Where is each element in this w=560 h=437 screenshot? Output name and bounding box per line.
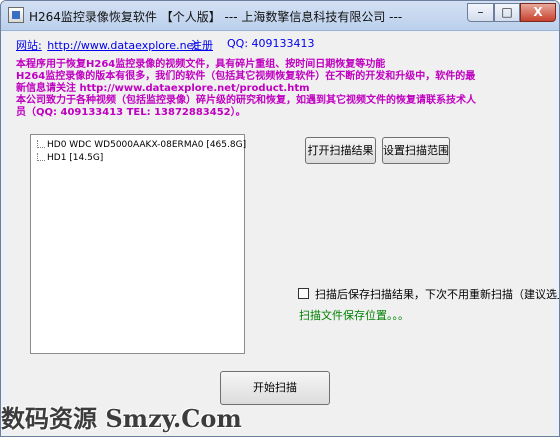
- website-label: 网站:: [16, 39, 42, 52]
- set-scan-range-button[interactable]: 设置扫描范围: [382, 137, 450, 164]
- save-results-checkbox[interactable]: [298, 288, 309, 299]
- watermark-text: 数码资源 Smzy.Com: [1, 404, 242, 433]
- drive-tree[interactable]: HD0 WDC WD5000AAKX-08ERMA0 [465.8G] HD1 …: [30, 134, 246, 354]
- maximize-button[interactable]: □: [494, 3, 520, 22]
- open-scan-results-button[interactable]: 打开扫描结果: [305, 137, 376, 164]
- register-link[interactable]: 注册: [191, 37, 213, 53]
- info-line: 新信息请关注 http://www.dataexplore.net/produc…: [16, 83, 310, 94]
- title-bar[interactable]: H264监控录像恢复软件 【个人版】 --- 上海数擎信息科技有限公司 --- …: [1, 1, 559, 31]
- info-line: 员（QQ: 409133413 TEL: 13872883452）。: [16, 107, 246, 118]
- drive-label: HD1 [14.5G]: [47, 153, 104, 163]
- tree-item-hd0[interactable]: HD0 WDC WD5000AAKX-08ERMA0 [465.8G]: [37, 140, 246, 150]
- close-button[interactable]: X: [520, 3, 556, 22]
- info-line: 本程序用于恢复H264监控录像的视频文件，具有碎片重组、按时间日期恢复等功能: [16, 59, 386, 70]
- save-results-option[interactable]: 扫描后保存扫描结果，下次不用重新扫描（建议选上）: [298, 286, 560, 302]
- info-text: 本程序用于恢复H264监控录像的视频文件，具有碎片重组、按时间日期恢复等功能 H…: [16, 59, 502, 119]
- app-window: H264监控录像恢复软件 【个人版】 --- 上海数擎信息科技有限公司 --- …: [0, 0, 560, 437]
- app-icon: [8, 7, 24, 23]
- minimize-button[interactable]: –: [467, 3, 494, 22]
- save-results-label: 扫描后保存扫描结果，下次不用重新扫描（建议选上）: [315, 288, 560, 301]
- qq-contact: QQ: 409133413: [227, 37, 315, 50]
- client-area: 网站: http://www.dataexplore.net 注册 QQ: 40…: [8, 32, 559, 436]
- website-row: 网站: http://www.dataexplore.net: [16, 37, 198, 53]
- tree-item-hd1[interactable]: HD1 [14.5G]: [37, 153, 103, 163]
- info-line: H264监控录像的版本有很多，我们的软件（包括其它视频恢复软件）在不断的开发和升…: [16, 71, 476, 82]
- website-link[interactable]: http://www.dataexplore.net: [47, 39, 197, 52]
- save-location-link[interactable]: 扫描文件保存位置。。。: [299, 307, 409, 323]
- info-line: 本公司致力于各种视频（包括监控录像）碎片级的研究和恢复，如遇到其它视频文件的恢复…: [16, 95, 476, 106]
- tree-branch-line: [37, 153, 45, 161]
- tree-branch-line: [37, 140, 45, 148]
- drive-label: HD0 WDC WD5000AAKX-08ERMA0 [465.8G]: [47, 140, 247, 150]
- window-title: H264监控录像恢复软件 【个人版】 --- 上海数擎信息科技有限公司 ---: [29, 10, 403, 24]
